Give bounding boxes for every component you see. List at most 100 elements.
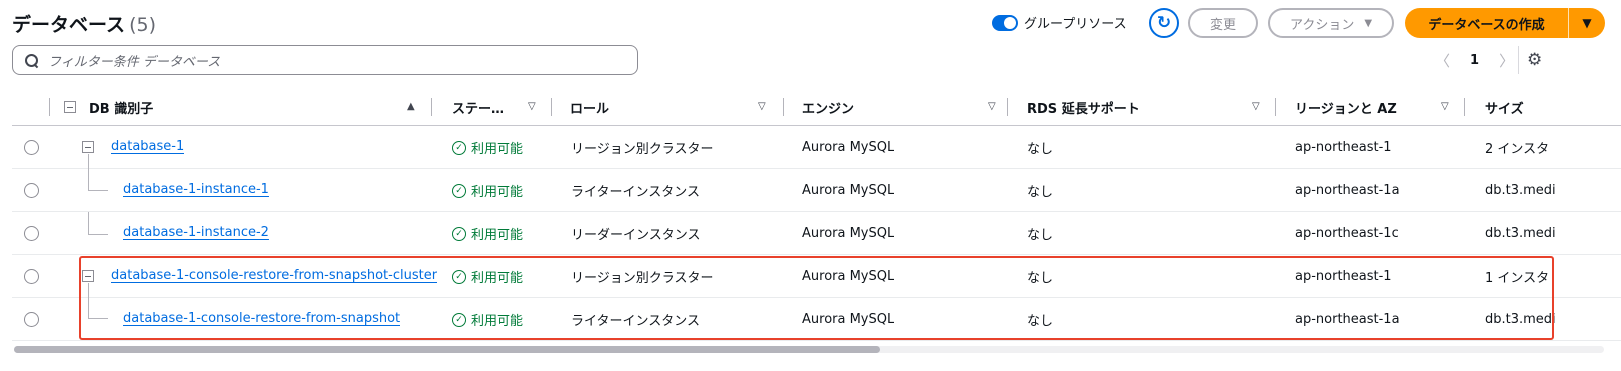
column-label: サイズ bbox=[1485, 101, 1524, 117]
actions-label: アクション bbox=[1289, 17, 1355, 33]
check-circle-icon: ✓ bbox=[452, 183, 466, 198]
refresh-icon: ↻ bbox=[1156, 13, 1172, 33]
gear-icon[interactable]: ⚙ bbox=[1527, 50, 1542, 70]
extended-support-cell: なし bbox=[1027, 271, 1054, 286]
column-header-size[interactable]: サイズ bbox=[1485, 88, 1565, 126]
sort-ascending-icon: ▲ bbox=[407, 101, 415, 112]
modify-label: 変更 bbox=[1209, 17, 1236, 33]
column-header-status[interactable]: ステー… ▽ bbox=[452, 88, 542, 126]
tree-line bbox=[88, 298, 89, 318]
check-circle-icon: ✓ bbox=[452, 269, 466, 284]
status-text: 利用可能 bbox=[471, 185, 524, 200]
db-identifier-cell: database-1-instance-2 bbox=[123, 212, 269, 252]
table-row[interactable]: database-1 ✓ 利用可能 リージョン別クラスター Aurora MySQ… bbox=[12, 126, 1621, 169]
db-identifier-link[interactable]: database-1-console-restore-from-snapshot bbox=[123, 311, 400, 326]
next-page-icon[interactable]: 〉 bbox=[1499, 50, 1514, 71]
db-identifier-cell: database-1 bbox=[111, 126, 184, 166]
db-identifier-link[interactable]: database-1-instance-2 bbox=[123, 225, 269, 240]
check-circle-icon: ✓ bbox=[452, 312, 466, 327]
collapse-icon[interactable] bbox=[82, 270, 94, 282]
actions-button[interactable]: アクション ▼ bbox=[1268, 8, 1394, 38]
table-row[interactable]: database-1-console-restore-from-snapshot… bbox=[12, 298, 1621, 341]
extended-support-cell: なし bbox=[1027, 228, 1054, 243]
column-label: RDS 延長サポート bbox=[1027, 101, 1140, 117]
db-identifier-cell: database-1-instance-1 bbox=[123, 169, 269, 209]
column-label: エンジン bbox=[802, 101, 855, 117]
region-cell: ap-northeast-1a bbox=[1295, 183, 1400, 198]
group-resources-label: グループリソース bbox=[1024, 17, 1127, 32]
row-select-radio[interactable] bbox=[24, 269, 39, 284]
column-header-db-identifier[interactable]: DB 識別子 ▲ bbox=[89, 88, 429, 126]
column-header-region-az[interactable]: リージョンと AZ ▽ bbox=[1295, 88, 1455, 126]
sort-icon: ▽ bbox=[1252, 101, 1260, 112]
status-text: 利用可能 bbox=[471, 314, 524, 329]
create-database-split-button: データベースの作成 ▼ bbox=[1405, 8, 1605, 38]
current-page[interactable]: 1 bbox=[1470, 53, 1479, 68]
search-input[interactable]: フィルター条件 データベース bbox=[12, 45, 638, 75]
role-cell: リーダーインスタンス bbox=[571, 228, 701, 243]
column-header-role[interactable]: ロール ▽ bbox=[570, 88, 775, 126]
row-select-radio[interactable] bbox=[24, 183, 39, 198]
row-select-radio[interactable] bbox=[24, 226, 39, 241]
engine-cell: Aurora MySQL bbox=[802, 183, 895, 198]
tree-line bbox=[88, 154, 89, 169]
row-select-radio[interactable] bbox=[24, 312, 39, 327]
column-header-engine[interactable]: エンジン ▽ bbox=[802, 88, 1002, 126]
table-row[interactable]: database-1-instance-2 ✓ 利用可能 リーダーインスタンス A… bbox=[12, 212, 1621, 255]
engine-cell: Aurora MySQL bbox=[802, 269, 895, 284]
table-row[interactable]: database-1-instance-1 ✓ 利用可能 ライターインスタンス A… bbox=[12, 169, 1621, 212]
db-identifier-link[interactable]: database-1-console-restore-from-snapshot… bbox=[111, 268, 437, 283]
create-database-label: データベースの作成 bbox=[1428, 17, 1545, 33]
check-circle-icon: ✓ bbox=[452, 226, 466, 241]
table-row[interactable]: database-1-console-restore-from-snapshot… bbox=[12, 255, 1621, 298]
horizontal-scrollbar[interactable] bbox=[14, 346, 880, 353]
engine-cell: Aurora MySQL bbox=[802, 140, 895, 155]
page-header: データベース (5) グループリソース ↻ 変更 アクション ▼ データベースの作… bbox=[12, 8, 1609, 38]
collapse-icon bbox=[64, 101, 76, 113]
column-header-rds-extended-support[interactable]: RDS 延長サポート ▽ bbox=[1027, 88, 1267, 126]
column-divider[interactable] bbox=[431, 98, 432, 116]
column-divider[interactable] bbox=[783, 98, 784, 116]
create-database-dropdown[interactable]: ▼ bbox=[1569, 8, 1605, 38]
role-cell: リージョン別クラスター bbox=[571, 271, 714, 286]
refresh-button[interactable]: ↻ bbox=[1149, 8, 1179, 38]
column-label: ステー… bbox=[452, 101, 505, 117]
size-cell: 1 インスタ bbox=[1485, 271, 1550, 286]
caret-down-icon: ▼ bbox=[1364, 17, 1373, 29]
check-circle-icon: ✓ bbox=[452, 140, 466, 155]
tree-line bbox=[88, 234, 108, 235]
column-divider[interactable] bbox=[1464, 98, 1465, 116]
region-cell: ap-northeast-1a bbox=[1295, 312, 1400, 327]
db-identifier-link[interactable]: database-1 bbox=[111, 139, 184, 154]
caret-down-icon: ▼ bbox=[1582, 16, 1592, 30]
modify-button[interactable]: 変更 bbox=[1188, 8, 1258, 38]
previous-page-icon[interactable]: 〈 bbox=[1435, 50, 1450, 71]
collapse-all-toggle[interactable] bbox=[64, 88, 76, 126]
create-database-button[interactable]: データベースの作成 bbox=[1405, 8, 1568, 38]
collapse-icon[interactable] bbox=[82, 141, 94, 153]
tree-line bbox=[88, 318, 108, 319]
db-identifier-link[interactable]: database-1-instance-1 bbox=[123, 182, 269, 197]
size-cell: 2 インスタ bbox=[1485, 142, 1550, 157]
page-title-text: データベース bbox=[12, 14, 126, 36]
column-divider[interactable] bbox=[1275, 98, 1276, 116]
divider bbox=[1518, 46, 1519, 74]
status-text: 利用可能 bbox=[471, 271, 524, 286]
size-cell: db.t3.medi bbox=[1485, 312, 1556, 327]
toggle-switch[interactable] bbox=[992, 14, 1018, 31]
row-select-radio[interactable] bbox=[24, 140, 39, 155]
tree-line bbox=[88, 283, 89, 298]
search-icon bbox=[25, 53, 38, 67]
status-text: 利用可能 bbox=[471, 142, 524, 157]
status-cell: ✓ 利用可能 bbox=[452, 298, 523, 341]
db-identifier-cell: database-1-console-restore-from-snapshot bbox=[123, 298, 400, 338]
engine-cell: Aurora MySQL bbox=[802, 312, 895, 327]
pagination: 〈 1 〉 bbox=[1435, 50, 1514, 71]
page-title: データベース (5) bbox=[12, 10, 156, 37]
group-resources-toggle[interactable]: グループリソース bbox=[992, 13, 1127, 32]
region-cell: ap-northeast-1 bbox=[1295, 140, 1392, 155]
column-label: リージョンと AZ bbox=[1295, 101, 1397, 117]
column-divider[interactable] bbox=[551, 98, 552, 116]
status-cell: ✓ 利用可能 bbox=[452, 169, 523, 212]
column-divider[interactable] bbox=[1007, 98, 1008, 116]
